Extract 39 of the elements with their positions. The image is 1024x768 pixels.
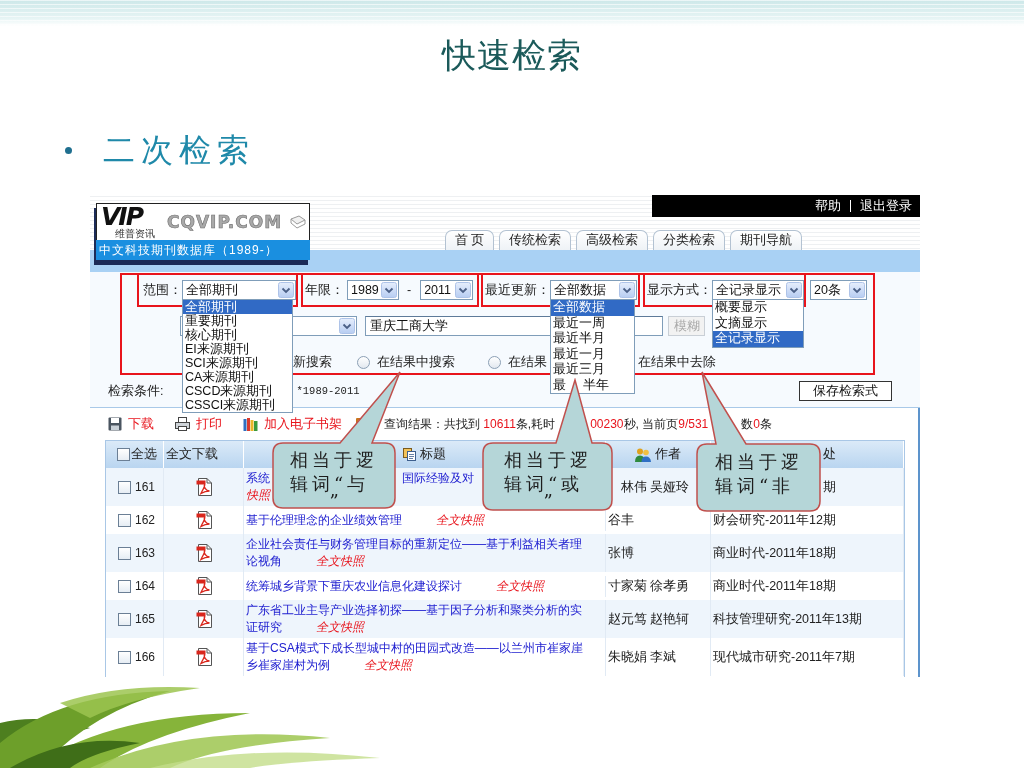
column-header: 全文下载: [166, 446, 218, 463]
row-number: 165: [135, 612, 156, 626]
result-summary: 00230秒, 当前页9/531: [590, 415, 709, 433]
row-number: 164: [135, 579, 156, 593]
source-text: 商业时代-2011年18期: [713, 577, 836, 595]
author-text: 寸家菊 徐孝勇: [608, 577, 690, 595]
row-number: 161: [135, 480, 156, 494]
column-header: 全选: [131, 446, 157, 463]
callout-text: 相当于逻辑词“非: [715, 450, 804, 498]
callout-text: 相当于逻辑词“或”: [504, 448, 593, 508]
logo-domain: CQVIP.COM: [167, 212, 283, 232]
condition-text: *1989-2011: [296, 385, 360, 397]
source-text: 财会研究-2011年12期: [713, 511, 836, 529]
author-text: 谷丰: [608, 511, 634, 529]
source-text: 科技管理研究-2011年13期: [713, 610, 862, 628]
field-label: 显示方式：: [647, 281, 712, 299]
slide-title: 快速检索: [442, 35, 582, 75]
author-text: 朱晓娟 李斌: [608, 648, 677, 666]
row-number: 162: [135, 513, 156, 527]
author-text: 张博: [608, 544, 634, 562]
author-text: 林伟 吴娅玲: [621, 478, 690, 496]
database-name-banner: 中文科技期刊数据库（1989-）: [96, 240, 310, 260]
logo-mark: VIP: [101, 205, 143, 228]
field-label: 检索条件:: [108, 382, 164, 400]
source-text: 商业时代-2011年18期: [713, 544, 836, 562]
row-number: 163: [135, 546, 156, 560]
result-summary: 数0条: [741, 415, 772, 433]
callout-text: 相当于逻辑词“与”: [290, 448, 379, 508]
source-text: 期: [823, 478, 836, 496]
field-label: 最近更新：: [485, 281, 550, 299]
row-number: 166: [135, 650, 156, 664]
source-text: 现代城市研究-2011年7期: [713, 648, 855, 666]
bullet-text: 二次检索: [103, 130, 255, 170]
field-label: 年限：: [305, 281, 344, 299]
logo-tagline: 维普资讯: [115, 228, 155, 239]
field-label: 范围：: [143, 281, 182, 299]
result-summary: 查询结果：共找到 10611条,耗时: [384, 415, 556, 433]
author-text: 赵元笃 赵艳轲: [608, 610, 690, 628]
range-separator: -: [407, 283, 412, 297]
